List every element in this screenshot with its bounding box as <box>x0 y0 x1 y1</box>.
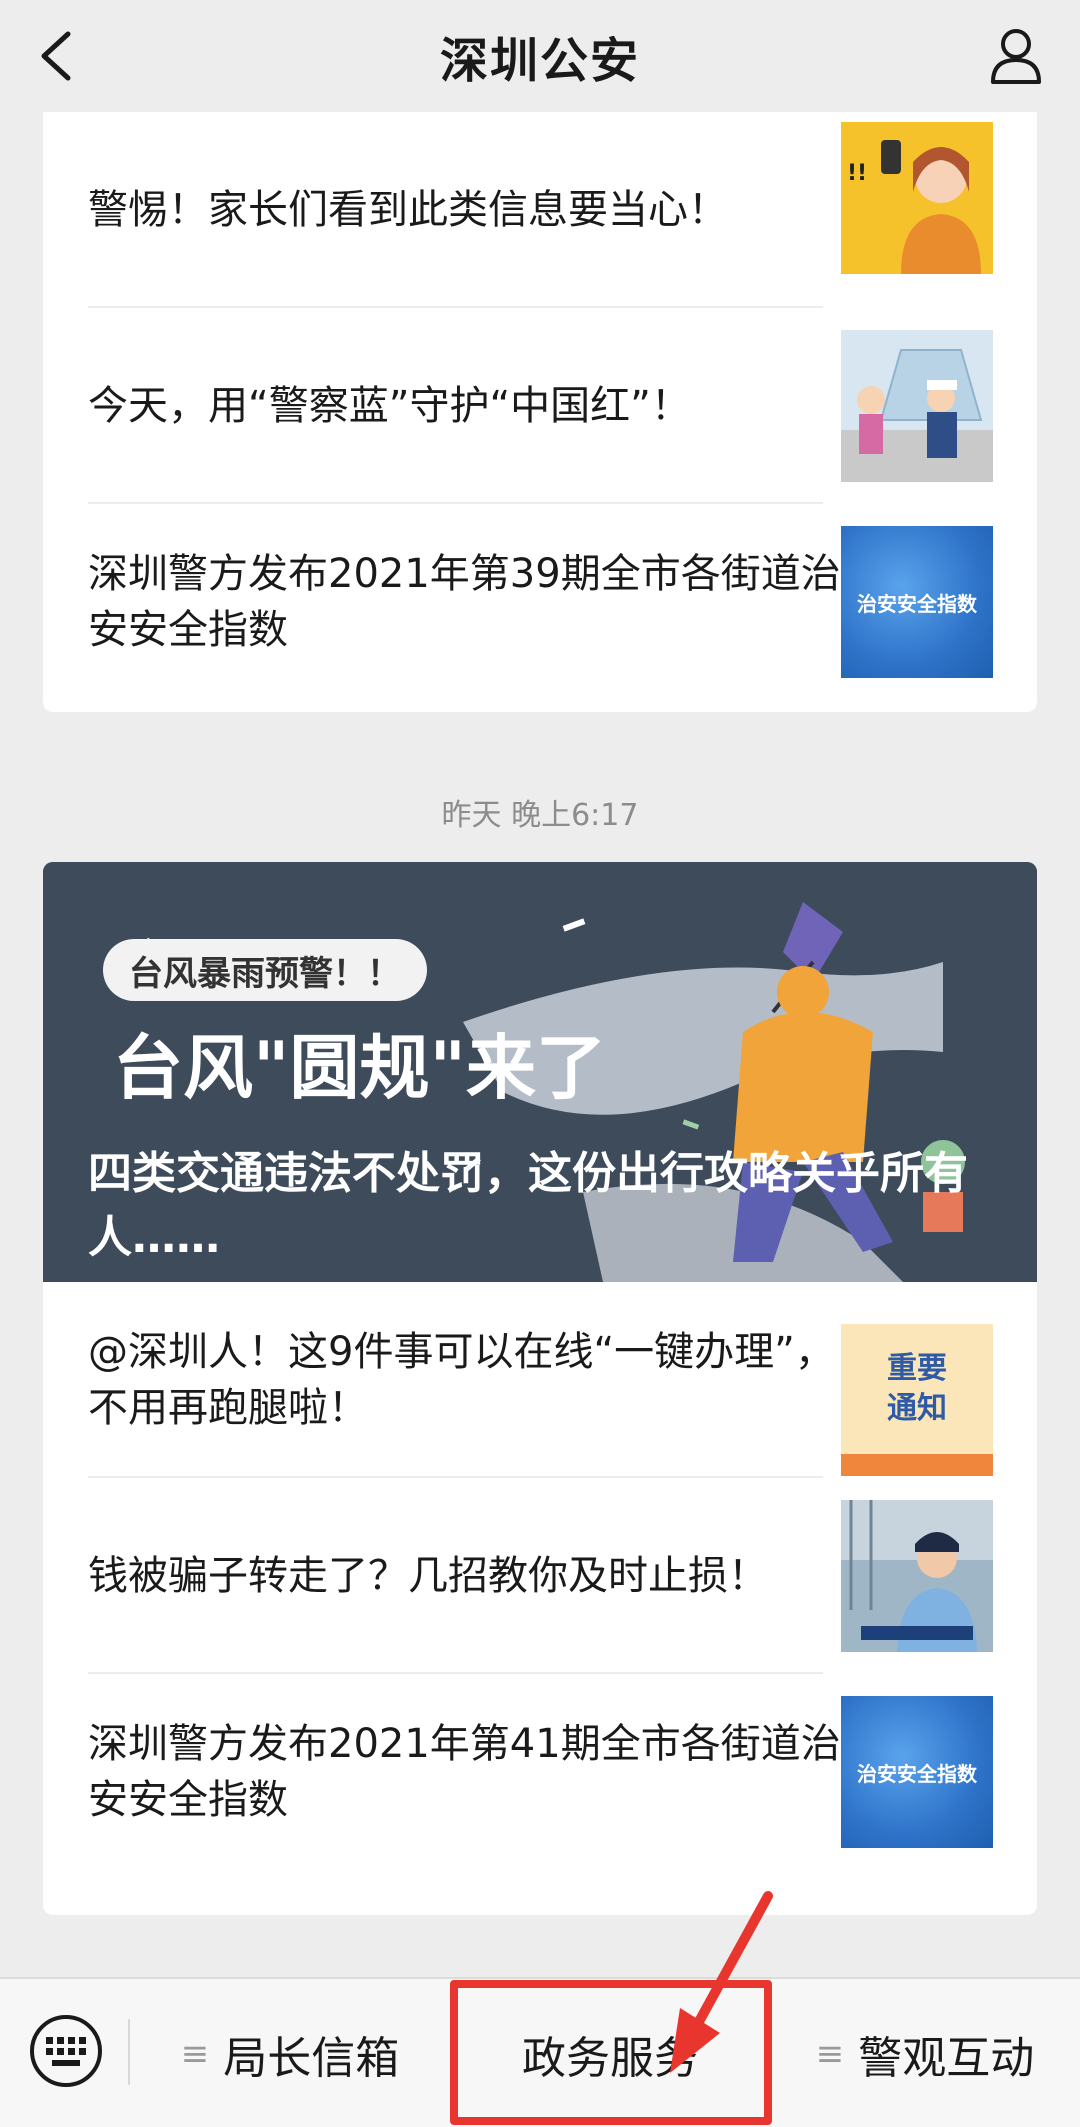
article-thumbnail: 重要 通知 <box>841 1324 993 1476</box>
banner-badge: 台风暴雨预警！！ <box>103 939 427 1001</box>
thumbnail-label: 治安安全指数 <box>857 1761 977 1786</box>
svg-text:!!: !! <box>847 161 867 186</box>
back-chevron-icon[interactable] <box>36 28 76 84</box>
article-thumbnail <box>841 330 993 482</box>
article-item[interactable]: 警惕！家长们看到此类信息要当心！ !! <box>43 112 1037 308</box>
page-title: 深圳公安 <box>439 33 640 89</box>
article-title: 深圳警方发布2021年第39期全市各街道治安安全指数 <box>88 551 841 653</box>
article-item[interactable]: 深圳警方发布2021年第41期全市各街道治安安全指数 治安安全指数 <box>43 1674 1037 1870</box>
article-item[interactable]: 钱被骗子转走了？几招教你及时止损！ <box>43 1478 1037 1674</box>
thumbnail-label: 治安安全指数 <box>857 591 977 616</box>
featured-article-banner[interactable]: 台风暴雨预警！！ 台风"圆规"来了 四类交通违法不处罚，这份出行攻略关乎所有人…… <box>43 862 1037 1282</box>
article-title: 深圳警方发布2021年第41期全市各街道治安安全指数 <box>88 1721 841 1823</box>
article-card-1: 警惕！家长们看到此类信息要当心！ !! 今天，用“警察蓝”守护“中国红”！ 深圳… <box>43 112 1037 712</box>
keyboard-icon[interactable] <box>28 2013 104 2089</box>
banner-caption: 四类交通违法不处罚，这份出行攻略关乎所有人…… <box>88 1148 968 1263</box>
menu-item-label: 局长信箱 <box>223 2033 400 2084</box>
article-title: 警惕！家长们看到此类信息要当心！ <box>88 187 728 233</box>
hamburger-icon: ≡ <box>180 2034 210 2074</box>
article-thumbnail: !! <box>841 122 993 274</box>
article-title: 今天，用“警察蓝”守护“中国红”！ <box>88 383 691 429</box>
profile-icon[interactable] <box>988 26 1044 86</box>
menu-item-label: 警观互动 <box>858 2033 1035 2084</box>
article-thumbnail: 治安安全指数 <box>841 526 993 678</box>
article-title: @深圳人！这9件事可以在线“一键办理”，不用再跑腿啦！ <box>88 1329 835 1431</box>
message-timestamp: 昨天 晚上6:17 <box>441 798 639 833</box>
article-item[interactable]: @深圳人！这9件事可以在线“一键办理”，不用再跑腿啦！ 重要 通知 <box>43 1282 1037 1478</box>
article-thumbnail: 治安安全指数 <box>841 1696 993 1848</box>
red-arrow-icon <box>670 1891 773 2073</box>
banner-title: 台风"圆规"来了 <box>113 1027 606 1109</box>
top-bar: 深圳公安 <box>0 0 1080 112</box>
article-item[interactable]: 深圳警方发布2021年第39期全市各街道治安安全指数 治安安全指数 <box>43 504 1037 700</box>
article-title: 钱被骗子转走了？几招教你及时止损！ <box>88 1553 768 1599</box>
menu-item-police-interaction[interactable]: ≡ 警观互动 <box>770 1979 1080 2127</box>
article-item[interactable]: 今天，用“警察蓝”守护“中国红”！ <box>43 308 1037 504</box>
menu-item-director-mailbox[interactable]: ≡ 局长信箱 <box>130 1979 450 2127</box>
article-card-2: 台风暴雨预警！！ 台风"圆规"来了 四类交通违法不处罚，这份出行攻略关乎所有人…… <box>43 862 1037 1915</box>
thumbnail-label: 通知 <box>887 1391 947 1426</box>
thumbnail-label: 重要 <box>887 1351 947 1386</box>
hamburger-icon: ≡ <box>815 2034 845 2074</box>
article-thumbnail <box>841 1500 993 1652</box>
